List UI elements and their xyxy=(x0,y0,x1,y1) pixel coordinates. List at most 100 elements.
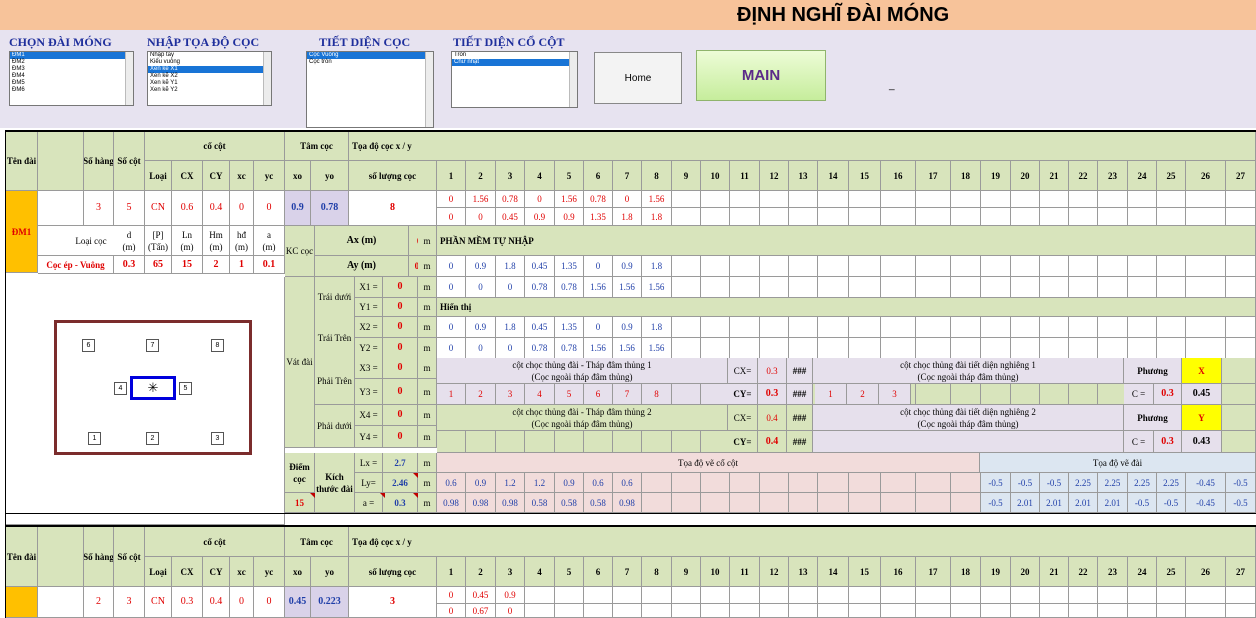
header-so-cot: Số cột xyxy=(114,527,145,587)
draw-coord xyxy=(730,473,760,493)
xc-value: 0 xyxy=(230,191,254,226)
so-luong-value: 3 xyxy=(349,587,437,618)
prop-header: d (m) xyxy=(114,226,145,256)
coord-td xyxy=(730,277,760,298)
xo-value: 0.45 xyxy=(285,587,311,618)
header-xo: xo xyxy=(285,557,311,587)
coord-y: 0.67 xyxy=(466,604,496,618)
header-toa-do: Tọa độ cọc x / y xyxy=(349,131,1256,161)
coord-x xyxy=(1128,587,1157,604)
nghieng1-text: (Cọc ngoài tháp đâm thủng) xyxy=(917,371,1019,382)
coord-y xyxy=(1226,208,1256,226)
coord-tt xyxy=(730,317,760,338)
coord-ay xyxy=(760,256,789,277)
list-item[interactable]: ĐM6 xyxy=(10,87,133,94)
foundation-diagram: 1 2 3 4 5 6 7 8 ✳ xyxy=(16,294,269,484)
header-col-num: 23 xyxy=(1098,161,1128,191)
list-item[interactable]: Xen kẽ X1 xyxy=(148,66,271,73)
draw-coord: 1.2 xyxy=(525,473,555,493)
cell xyxy=(38,191,84,226)
list-item[interactable]: Xen kẽ X2 xyxy=(148,73,271,80)
draw-coord xyxy=(951,473,981,493)
list-item[interactable]: Xen kẽ Y2 xyxy=(148,87,271,94)
draw-coord: 0.58 xyxy=(584,493,613,513)
main-button[interactable]: MAIN xyxy=(696,50,826,101)
prop-value: 15 xyxy=(172,256,203,274)
coord-y xyxy=(584,604,613,618)
draw-coord: 0.98 xyxy=(466,493,496,513)
listbox-co-cot[interactable]: Tròn Chữ nhật xyxy=(451,51,578,108)
list-item[interactable]: Xen kẽ Y1 xyxy=(148,80,271,87)
draw-coord: 0.58 xyxy=(555,493,584,513)
coord-x xyxy=(1098,587,1128,604)
listbox-dai-mong[interactable]: ĐM1 ĐM2 ĐM3 ĐM4 ĐM5 ĐM6 xyxy=(9,51,134,106)
cell xyxy=(813,431,1124,453)
list-item[interactable]: Nhập tay xyxy=(148,52,271,59)
cx2-value: 0.4 xyxy=(758,405,787,431)
listbox-toa-do[interactable]: Nhập tay Kiểu vuông Xen kẽ X1 Xen kẽ X2 Xen … xyxy=(147,51,272,106)
c-label: C = xyxy=(1124,431,1154,453)
coord-y xyxy=(642,604,672,618)
coord-x xyxy=(1226,191,1256,208)
scrollbar[interactable] xyxy=(125,52,133,105)
list-item[interactable]: ĐM4 xyxy=(10,73,133,80)
hash: ### xyxy=(787,431,813,453)
draw-coord: 2.01 xyxy=(1011,493,1040,513)
draw-coord xyxy=(672,473,701,493)
coord-y xyxy=(1011,208,1040,226)
header-col-num: 9 xyxy=(672,557,701,587)
coord-ay xyxy=(672,256,701,277)
cell xyxy=(496,431,525,453)
cx-value: 0.6 xyxy=(172,191,203,226)
draw-coord xyxy=(730,493,760,513)
coord-td xyxy=(1128,277,1157,298)
coord-y: 0 xyxy=(437,208,466,226)
so-cot-value: 5 xyxy=(114,191,145,226)
listbox-tiet-dien-coc[interactable]: Cọc Vuông Cọc tròn xyxy=(306,51,434,128)
comment-marker-icon xyxy=(413,493,418,498)
cy-value: 0.4 xyxy=(203,191,230,226)
coord-td: 1.56 xyxy=(613,277,642,298)
list-item[interactable]: ĐM5 xyxy=(10,80,133,87)
pile-4: 4 xyxy=(114,382,127,395)
comment-marker-icon xyxy=(380,493,385,498)
coord-ay xyxy=(1069,256,1098,277)
scrollbar[interactable] xyxy=(569,52,577,107)
list-item[interactable]: Kiểu vuông xyxy=(148,59,271,66)
draw-coord: -0.5 xyxy=(1011,473,1040,493)
header-col-num: 8 xyxy=(642,557,672,587)
list-item[interactable]: Cọc Vuông xyxy=(307,52,433,59)
draw-coord: -0.5 xyxy=(1226,473,1256,493)
prop-value: 0.1 xyxy=(254,256,285,274)
kich-thuoc-label: Kích thước đài xyxy=(315,453,355,513)
list-item[interactable]: ĐM3 xyxy=(10,66,133,73)
coord-y: 0 xyxy=(496,604,525,618)
coord-y xyxy=(981,208,1011,226)
scrollbar[interactable] xyxy=(263,52,271,105)
unit: m xyxy=(418,473,437,493)
coord-y xyxy=(1157,604,1186,618)
dim-value: 2.7 xyxy=(383,453,418,473)
header-tam-coc: Tâm cọc xyxy=(285,131,349,161)
draw-coord xyxy=(849,473,881,493)
xc-value: 0 xyxy=(230,587,254,618)
coord-tt xyxy=(1098,317,1128,338)
list-item[interactable]: ĐM2 xyxy=(10,59,133,66)
thap2-text: (Cọc ngoài tháp đâm thủng) xyxy=(531,418,633,429)
draw-coord: -0.5 xyxy=(1040,473,1069,493)
title-bar: ĐỊNH NGHĨ ĐÀI MÓNG xyxy=(0,0,1256,30)
list-item[interactable]: Tròn xyxy=(452,52,577,59)
coord-ay xyxy=(1040,256,1069,277)
header-xc: xc xyxy=(230,161,254,191)
coord-y xyxy=(1128,208,1157,226)
list-item[interactable]: ĐM1 xyxy=(10,52,133,59)
list-item[interactable]: Cọc tròn xyxy=(307,59,433,66)
hash: ### xyxy=(787,384,813,405)
home-button[interactable]: Home xyxy=(594,52,682,104)
dash-text: _ xyxy=(889,80,895,91)
scrollbar[interactable] xyxy=(425,52,433,127)
coord-ay xyxy=(981,256,1011,277)
list-item[interactable]: Chữ nhật xyxy=(452,59,577,66)
unit: m xyxy=(418,277,437,298)
coord-y xyxy=(849,208,881,226)
